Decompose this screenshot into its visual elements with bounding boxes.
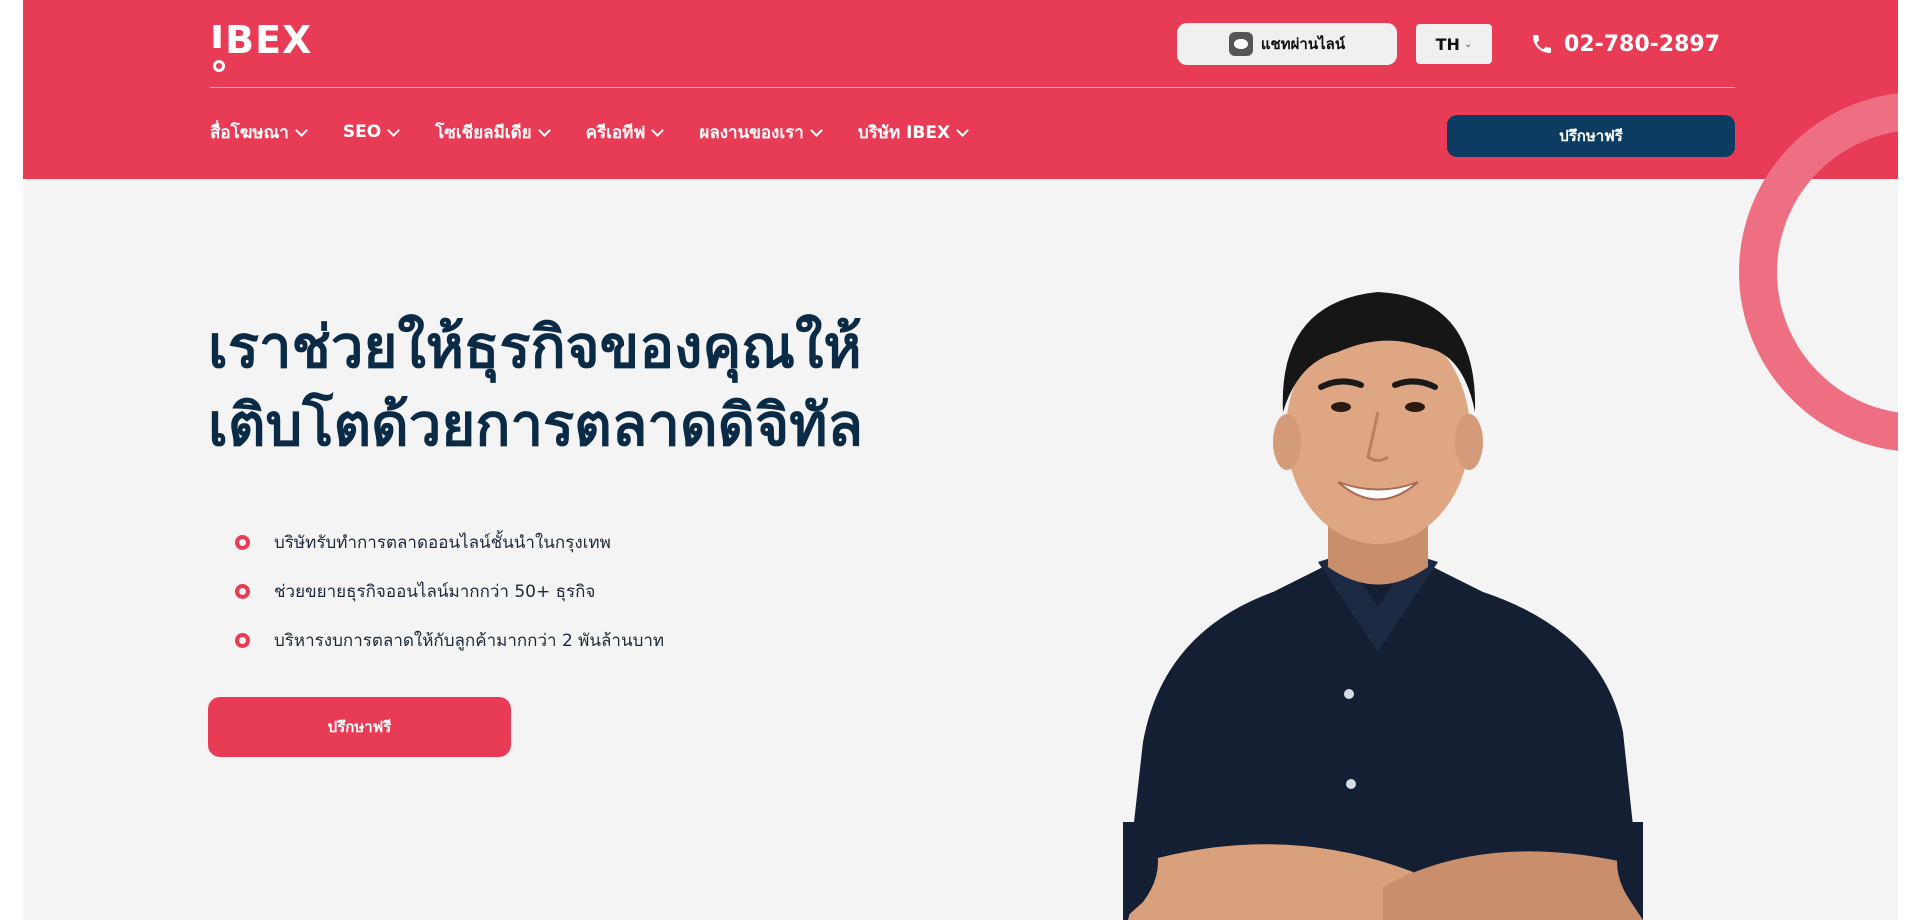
logo-ring-icon <box>213 60 225 72</box>
ibex-logo[interactable]: IBEX <box>210 18 330 74</box>
bullet-ring-icon <box>235 584 250 599</box>
list-item: บริหารงบการตลาดให้กับลูกค้ามากกว่า 2 พัน… <box>235 616 664 665</box>
nav-item-creative[interactable]: ครีเอทีฟ <box>586 119 665 146</box>
list-item: ช่วยขยายธุรกิจออนไลน์มากกว่า 50+ ธุรกิจ <box>235 567 664 616</box>
free-consult-hero-button[interactable]: ปรึกษาฟรี <box>208 697 511 757</box>
hero-headline-line1: เราช่วยให้ธุรกิจของคุณให้ <box>208 313 862 381</box>
chevron-down-icon <box>651 123 665 137</box>
chevron-down-icon <box>537 123 551 137</box>
page: IBEX แชทผ่านไลน์ TH ⌄ 02-780-2897 สื่อโฆ… <box>23 0 1898 920</box>
language-label: TH <box>1435 34 1460 54</box>
free-consult-header-button[interactable]: ปรึกษาฟรี <box>1447 115 1735 157</box>
line-chat-label: แชทผ่านไลน์ <box>1260 35 1346 53</box>
header-divider <box>210 87 1735 88</box>
bullet-ring-icon <box>235 535 250 550</box>
nav-item-social-media[interactable]: โซเชียลมีเดีย <box>435 119 551 146</box>
chevron-down-icon <box>294 123 308 137</box>
chevron-down-icon <box>387 123 401 137</box>
bullet-ring-icon <box>235 633 250 648</box>
nav-item-advertising[interactable]: สื่อโฆษณา <box>210 119 308 146</box>
hero-person-photo <box>1123 292 1643 920</box>
hero-headline: เราช่วยให้ธุรกิจของคุณให้ เติบโตด้วยการต… <box>208 308 1048 464</box>
list-item: บริษัทรับทำการตลาดออนไลน์ชั้นนำในกรุงเทพ <box>235 518 664 567</box>
phone-number: 02-780-2897 <box>1564 31 1721 57</box>
chevron-down-icon <box>809 123 823 137</box>
hero-feature-list: บริษัทรับทำการตลาดออนไลน์ชั้นนำในกรุงเทพ… <box>235 518 664 665</box>
language-selector[interactable]: TH ⌄ <box>1416 24 1492 64</box>
site-header: IBEX แชทผ่านไลน์ TH ⌄ 02-780-2897 สื่อโฆ… <box>23 0 1898 179</box>
chevron-down-icon <box>956 123 969 137</box>
nav-item-company[interactable]: บริษัท IBEX <box>858 119 969 146</box>
chevron-down-icon: ⌄ <box>1463 38 1473 50</box>
nav-item-seo[interactable]: SEO <box>343 122 401 142</box>
phone-icon <box>1533 35 1551 53</box>
main-nav: สื่อโฆษณา SEO โซเชียลมีเดีย ครีเอทีฟ ผลง… <box>210 118 1004 146</box>
phone-link[interactable]: 02-780-2897 <box>1530 25 1720 63</box>
line-chat-button[interactable]: แชทผ่านไลน์ <box>1177 23 1397 65</box>
line-icon <box>1228 32 1253 56</box>
nav-item-portfolio[interactable]: ผลงานของเรา <box>699 119 823 146</box>
hero-headline-line2: เติบโตด้วยการตลาดดิจิทัล <box>208 391 864 459</box>
